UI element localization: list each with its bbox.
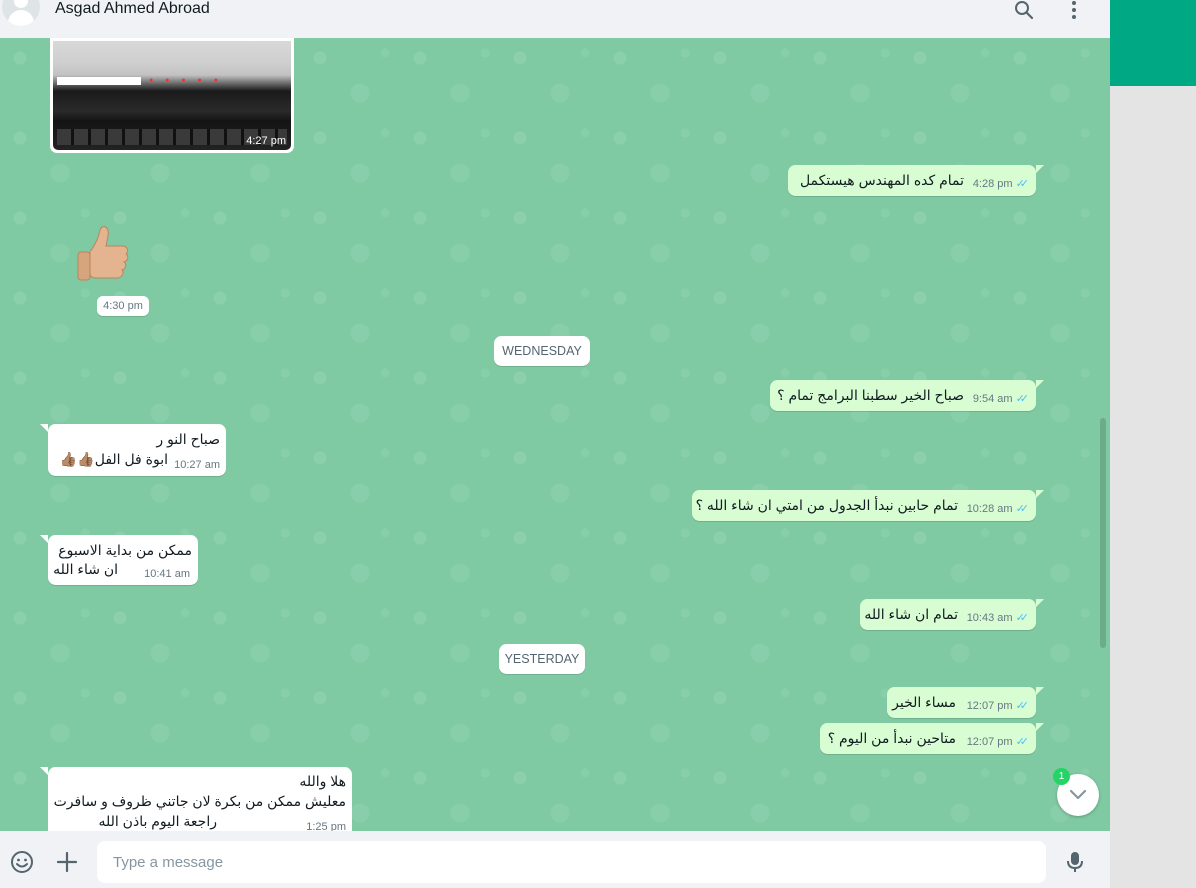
message-text: ممكن من بداية الاسبوع: [58, 542, 192, 558]
message-input[interactable]: [97, 841, 1046, 883]
side-panel: [1110, 0, 1196, 888]
message-outgoing[interactable]: مساء الخير 12:07 pm ✓✓: [887, 687, 1044, 718]
message-text: صباح الخير سطبنا البرامج تمام ؟: [777, 387, 964, 403]
message-text: ان شاء الله: [53, 561, 118, 577]
message-text: هلا والله: [299, 773, 346, 789]
message-text: راجعة اليوم باذن الله: [98, 813, 218, 829]
read-ticks-icon: ✓✓: [1015, 503, 1030, 515]
date-chip: YESTERDAY: [499, 644, 585, 674]
message-outgoing[interactable]: تمام حابين نبدأ الجدول من امتي ان شاء ال…: [692, 490, 1044, 521]
emoji-icon[interactable]: [10, 850, 34, 874]
message-text: متاحين نبدأ من اليوم ؟: [827, 730, 956, 746]
avatar[interactable]: [2, 0, 40, 26]
message-text: تمام ان شاء الله: [864, 606, 958, 622]
message-time: 10:28 am: [966, 502, 1013, 515]
chevron-down-icon: [1069, 789, 1087, 800]
unread-badge: 1: [1053, 768, 1070, 785]
message-incoming[interactable]: هلا والله معليش ممكن من بكرة لان جاتني ظ…: [40, 767, 352, 831]
scrollbar[interactable]: [1100, 418, 1106, 648]
message-incoming[interactable]: صباح النو ر ابوة فل الفل👍🏽👍🏽 10:27 am: [40, 424, 226, 476]
contact-name[interactable]: Asgad Ahmed Abroad: [55, 0, 210, 18]
message-time: 4:30 pm: [97, 296, 149, 316]
message-text: معليش ممكن من بكرة لان جاتني ظروف و سافر…: [53, 793, 346, 809]
message-text: مساء الخير: [892, 694, 956, 710]
message-outgoing[interactable]: متاحين نبدأ من اليوم ؟ 12:07 pm ✓✓: [820, 723, 1044, 754]
message-list[interactable]: ● ● ● ● ● 4:27 pm تمام كده المهندس هيستك…: [0, 38, 1110, 831]
message-text: تمام حابين نبدأ الجدول من امتي ان شاء ال…: [695, 497, 958, 513]
date-chip: WEDNESDAY: [494, 336, 590, 366]
whatsapp-chat-window: Asgad Ahmed Abroad ● ● ● ● ● 4:27 pm تما…: [0, 0, 1110, 888]
thumbs-up-sticker[interactable]: [72, 224, 132, 284]
message-time: 4:27 pm: [246, 135, 286, 147]
search-icon[interactable]: [1012, 0, 1036, 20]
message-time: 10:43 am: [966, 611, 1013, 624]
side-accent-band: [1110, 0, 1196, 86]
read-ticks-icon: ✓✓: [1015, 393, 1030, 405]
read-ticks-icon: ✓✓: [1015, 612, 1030, 624]
menu-icon[interactable]: [1062, 0, 1086, 20]
message-outgoing[interactable]: صباح الخير سطبنا البرامج تمام ؟ 9:54 am ✓…: [770, 380, 1044, 411]
message-time: 10:27 am: [174, 459, 220, 471]
image-message[interactable]: ● ● ● ● ● 4:27 pm: [50, 38, 294, 153]
message-time: 9:54 am: [972, 392, 1013, 405]
message-text: ابوة فل الفل👍🏽👍🏽: [59, 451, 168, 467]
chat-header: Asgad Ahmed Abroad: [0, 0, 1110, 39]
message-time: 10:41 am: [144, 568, 190, 580]
photo-thumbnail: ● ● ● ● ●: [53, 41, 291, 150]
mic-icon[interactable]: [1063, 850, 1087, 874]
read-ticks-icon: ✓✓: [1015, 736, 1030, 748]
message-time: 12:07 pm: [966, 735, 1013, 748]
read-ticks-icon: ✓✓: [1015, 178, 1030, 190]
message-time: 1:25 pm: [306, 821, 346, 831]
message-time: 4:28 pm: [972, 177, 1013, 190]
composer-bar: [0, 831, 1110, 888]
message-text: صباح النو ر: [156, 431, 220, 447]
message-text: تمام كده المهندس هيستكمل: [799, 172, 964, 188]
read-ticks-icon: ✓✓: [1015, 700, 1030, 712]
message-outgoing[interactable]: تمام كده المهندس هيستكمل 4:28 pm ✓✓: [788, 165, 1044, 196]
message-incoming[interactable]: ممكن من بداية الاسبوع ان شاء الله 10:41 …: [40, 535, 198, 585]
attach-icon[interactable]: [55, 850, 79, 874]
message-outgoing[interactable]: تمام ان شاء الله 10:43 am ✓✓: [860, 599, 1044, 630]
message-time: 12:07 pm: [966, 699, 1013, 712]
